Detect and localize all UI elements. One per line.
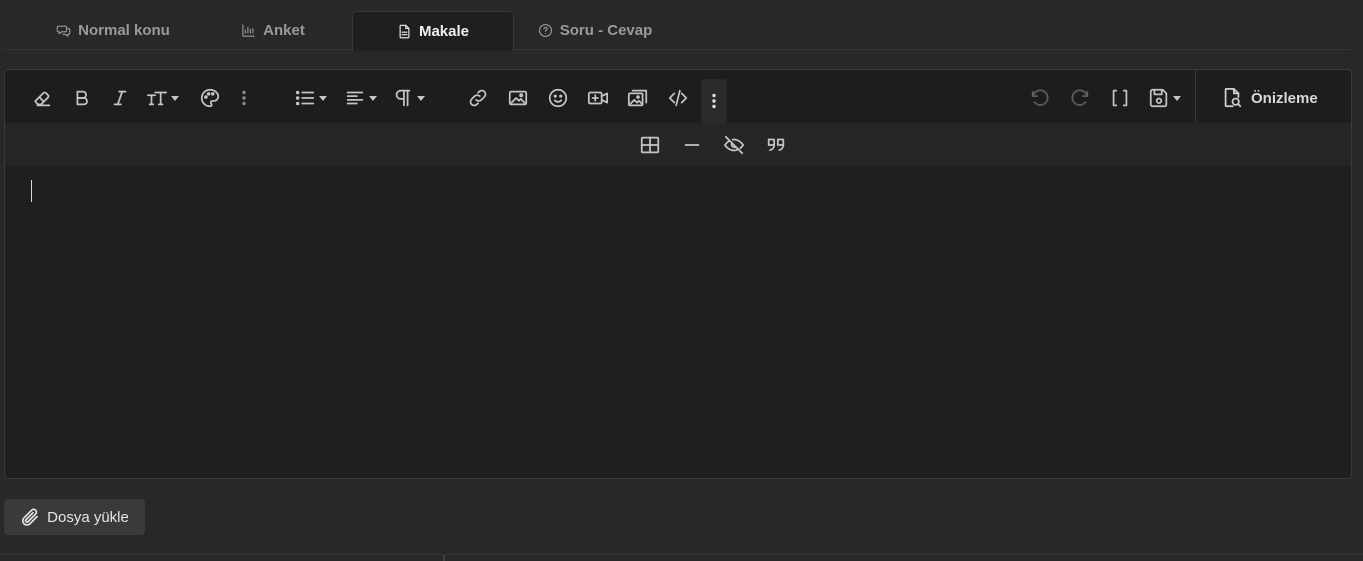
tabs-divider	[4, 49, 1351, 50]
italic-button[interactable]	[105, 78, 135, 118]
toggle-bb-code-button[interactable]	[1105, 78, 1135, 118]
redo-button[interactable]	[1065, 78, 1095, 118]
editor-sub-toolbar	[5, 123, 1351, 166]
text-size-icon	[146, 91, 167, 106]
text-cursor	[31, 180, 32, 202]
align-button[interactable]	[339, 78, 381, 118]
quote-icon	[767, 138, 785, 151]
editor-toolbar: Önizleme	[5, 70, 1351, 123]
spoiler-eye-off-icon	[723, 135, 745, 155]
chevron-down-icon	[170, 95, 179, 101]
palette-icon	[200, 88, 220, 108]
divider-marker	[443, 555, 445, 561]
editor-content-area[interactable]	[5, 166, 1351, 478]
more-options-button[interactable]	[701, 79, 727, 123]
tab-label: Anket	[263, 22, 305, 39]
text-color-button[interactable]	[195, 78, 225, 118]
insert-horizontal-line-button[interactable]	[677, 125, 707, 165]
table-icon	[640, 136, 660, 154]
tab-soru-cevap[interactable]: Soru - Cevap	[526, 11, 664, 50]
image-icon	[508, 90, 528, 106]
document-icon	[399, 24, 410, 39]
tab-label: Makale	[418, 23, 470, 40]
bold-button[interactable]	[67, 78, 97, 118]
rich-text-editor: Önizleme	[4, 69, 1352, 479]
chevron-down-icon	[368, 95, 377, 101]
upload-file-button[interactable]: Dosya yükle	[4, 499, 145, 535]
chevron-down-icon	[318, 95, 327, 101]
insert-spoiler-button[interactable]	[719, 125, 749, 165]
tab-normal-konu[interactable]: Normal konu	[28, 11, 198, 50]
smiley-icon	[548, 88, 568, 108]
more-text-options-button[interactable]	[233, 78, 255, 118]
more-vertical-icon	[712, 93, 716, 109]
paragraph-icon	[395, 89, 410, 107]
bar-chart-icon	[242, 24, 255, 37]
preview-button[interactable]: Önizleme	[1211, 78, 1328, 118]
brackets-icon	[1112, 89, 1128, 107]
horizontal-rule-icon	[684, 144, 700, 146]
italic-icon	[113, 90, 127, 106]
preview-label: Önizleme	[1251, 89, 1318, 107]
chat-bubbles-icon	[56, 25, 71, 37]
insert-link-button[interactable]	[463, 78, 493, 118]
post-type-tabs: Normal konu Anket Makale Soru - Cevap	[0, 0, 1363, 51]
tab-makale[interactable]: Makale	[352, 11, 514, 51]
more-vertical-icon	[242, 90, 246, 106]
insert-quote-button[interactable]	[761, 125, 791, 165]
preview-icon	[1224, 87, 1242, 108]
drafts-button[interactable]	[1143, 78, 1185, 118]
paragraph-format-button[interactable]	[387, 78, 429, 118]
paperclip-icon	[22, 508, 39, 526]
chevron-down-icon	[416, 95, 425, 101]
insert-table-button[interactable]	[635, 125, 665, 165]
insert-media-button[interactable]	[583, 78, 613, 118]
insert-smilie-button[interactable]	[543, 78, 573, 118]
tab-label: Normal konu	[78, 22, 170, 39]
save-draft-icon	[1149, 88, 1167, 108]
upload-label: Dosya yükle	[47, 508, 129, 526]
tab-label: Soru - Cevap	[559, 22, 653, 39]
gallery-icon	[627, 89, 648, 107]
undo-icon	[1031, 89, 1049, 106]
question-circle-icon	[538, 24, 552, 37]
align-icon	[346, 91, 363, 105]
remove-format-button[interactable]	[27, 78, 57, 118]
list-button[interactable]	[289, 78, 331, 118]
section-divider	[0, 554, 1363, 555]
chevron-down-icon	[1172, 95, 1181, 101]
insert-image-button[interactable]	[503, 78, 533, 118]
toolbar-divider	[1195, 70, 1196, 123]
bold-icon	[76, 90, 88, 106]
list-icon	[295, 90, 314, 106]
redo-icon	[1071, 89, 1089, 106]
text-size-button[interactable]	[141, 78, 183, 118]
tab-anket[interactable]: Anket	[218, 11, 328, 50]
undo-button[interactable]	[1025, 78, 1055, 118]
insert-code-button[interactable]	[663, 78, 693, 118]
video-add-icon	[587, 91, 609, 105]
insert-gallery-button[interactable]	[623, 78, 653, 118]
eraser-icon	[34, 91, 51, 107]
code-icon	[668, 89, 688, 107]
link-icon	[469, 89, 487, 107]
